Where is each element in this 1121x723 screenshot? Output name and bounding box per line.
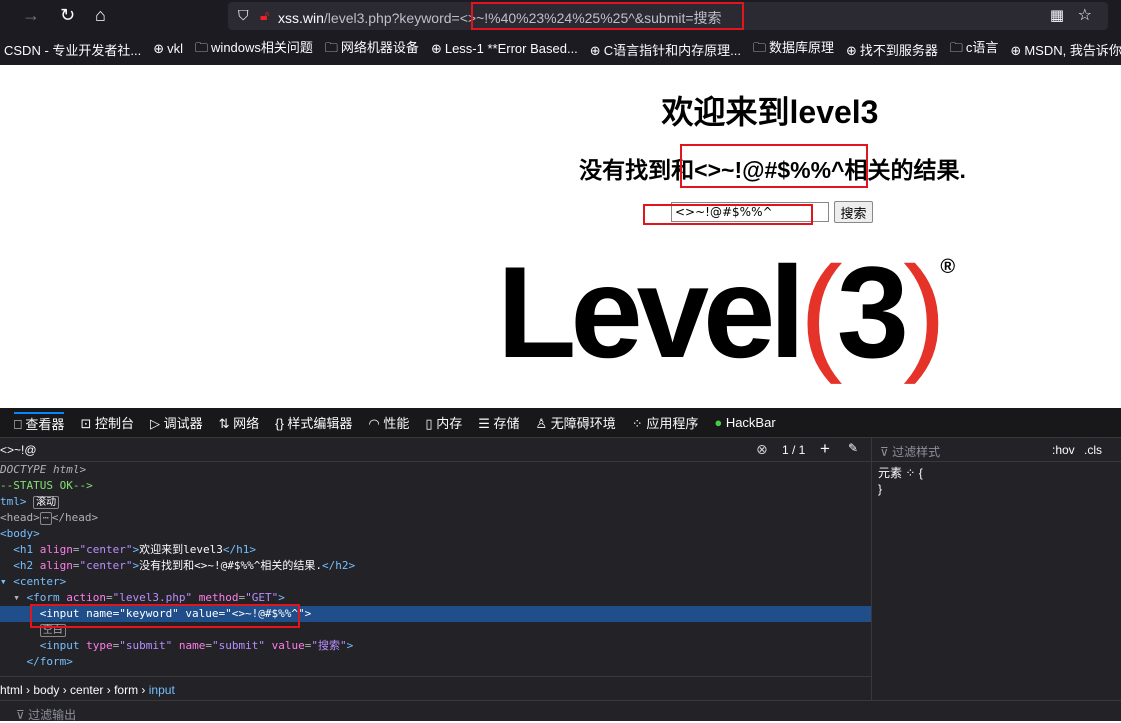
console-filter[interactable]: ⊽ 过滤输出 <box>0 700 1121 722</box>
globe-icon: ⊕ <box>845 42 857 58</box>
bookmark[interactable]: ⊕ MSDN, 我告诉你 <box>1010 40 1121 59</box>
level3-logo: Level(3)® <box>497 239 956 385</box>
markup-line[interactable]: --STATUS OK--> <box>0 478 871 494</box>
breadcrumb: html › body › center › form › input <box>0 676 871 700</box>
page-content: 欢迎来到level3 没有找到和<>~!@#$%%^相关的结果. 搜索 Leve… <box>0 65 1121 408</box>
rules-panel: ⊽ 过滤样式 :hov .cls 元素 ⁘ { } <box>871 438 1121 700</box>
bookmark[interactable]: ⊕ C语言指针和内存原理... <box>590 40 741 59</box>
result-heading: 没有找到和<>~!@#$%%^相关的结果. <box>579 157 966 183</box>
folder-icon: 🗀︎ <box>195 40 209 55</box>
crumb[interactable]: input <box>149 683 175 697</box>
tab-network[interactable]: ⇅ 网络 <box>219 413 260 432</box>
filter-styles-input[interactable]: ⊽ 过滤样式 <box>880 443 940 460</box>
folder-icon: 🗀︎ <box>324 40 338 55</box>
bookmark-folder[interactable]: 🗀︎ 数据库原理 <box>753 37 834 61</box>
markup-view: DOCTYPE html> --STATUS OK--> tml> 滚动 <he… <box>0 462 871 670</box>
hackbar-icon: ● <box>714 415 723 430</box>
markup-line[interactable]: tml> 滚动 <box>0 494 871 510</box>
globe-icon: ⊕ <box>430 41 442 56</box>
crumb[interactable]: html <box>0 683 23 697</box>
bookmark-folder[interactable]: 🗀︎ 网络机器设备 <box>325 37 419 61</box>
globe-icon: ⊕ <box>1010 42 1022 58</box>
folder-icon: 🗀︎ <box>752 40 766 55</box>
markup-line[interactable]: <h1 align="center">欢迎来到level3</h1> <box>0 542 871 558</box>
scroll-badge[interactable]: 滚动 <box>33 496 60 509</box>
qr-code-icon[interactable]: ▦ <box>1050 6 1064 24</box>
markup-line[interactable]: </form> <box>0 654 871 670</box>
markup-line[interactable]: <h2 align="center">没有找到和<>~!@#$%%^相关的结果.… <box>0 558 871 574</box>
rule-selector: 元素 <box>878 466 903 480</box>
crumb[interactable]: center <box>70 683 103 697</box>
tab-style-editor[interactable]: {} 样式编辑器 <box>275 413 352 432</box>
bookmark-star-icon[interactable]: ☆ <box>1078 5 1092 25</box>
rule-close: } <box>878 482 883 496</box>
highlight-box <box>471 2 744 30</box>
markup-line[interactable]: <body> <box>0 526 871 542</box>
markup-line[interactable]: <head> ⋯ </head> <box>0 510 871 526</box>
tab-debugger[interactable]: ▷ 调试器 <box>150 413 203 432</box>
markup-line[interactable]: ▾ <center> <box>0 574 871 590</box>
shield-icon[interactable]: ⛉ <box>238 7 249 24</box>
forward-icon[interactable]: → <box>22 5 40 26</box>
url-host: xss.win <box>278 10 324 26</box>
highlight-box <box>680 144 868 188</box>
page-title: 欢迎来到level3 <box>661 94 879 130</box>
eyedropper-icon[interactable]: ✎ <box>848 441 858 455</box>
devtools-panel: ⎕ 查看器 ⊡ 控制台 ▷ 调试器 ⇅ 网络 {} 样式编辑器 ◠ 性能 ▯ 内… <box>0 408 1121 722</box>
bookmark[interactable]: ⊕ 找不到服务器 <box>846 40 938 59</box>
crumb[interactable]: body <box>33 683 59 697</box>
crumb[interactable]: form <box>114 683 138 697</box>
bookmark[interactable]: ⊕ Less-1 **Error Based... <box>431 41 578 57</box>
bookmark-folder[interactable]: 🗀︎ windows相关问题 <box>195 37 313 61</box>
cls-button[interactable]: .cls <box>1084 443 1102 457</box>
tab-accessibility[interactable]: ♙ 无障碍环境 <box>536 413 616 432</box>
tab-inspector[interactable]: ⎕ 查看器 <box>14 412 65 433</box>
bookmark[interactable]: CSDN - 专业开发者社... <box>4 40 141 59</box>
folder-icon: 🗀︎ <box>949 40 963 55</box>
hov-button[interactable]: :hov <box>1052 443 1075 457</box>
highlight-box <box>30 604 300 628</box>
markup-search[interactable]: <>~!@ ⊗ 1 / 1 + ✎ <box>0 438 871 462</box>
tab-application[interactable]: ⁘ 应用程序 <box>632 413 699 432</box>
bookmark-folder[interactable]: 🗀︎ c语言 <box>950 37 999 61</box>
globe-icon: ⊕ <box>589 42 601 58</box>
search-button[interactable]: 搜索 <box>834 201 873 223</box>
tab-console[interactable]: ⊡ 控制台 <box>80 413 134 432</box>
add-node-icon[interactable]: + <box>820 439 830 459</box>
tab-memory[interactable]: ▯ 内存 <box>425 413 462 432</box>
search-input[interactable]: <>~!@ <box>0 443 37 457</box>
reload-icon[interactable]: ↻ <box>60 5 75 26</box>
bookmark[interactable]: ⊕ vkl <box>153 41 183 57</box>
browser-toolbar: → ↻ ⌂ ⛉ 🔓︎ xss.win/level3.php?keyword=<>… <box>0 0 1121 33</box>
highlight-box <box>643 204 813 225</box>
clear-search-icon[interactable]: ⊗ <box>756 441 768 458</box>
markup-line[interactable]: DOCTYPE html> <box>0 462 871 478</box>
markup-line[interactable]: <input type="submit" name="submit" value… <box>0 638 871 654</box>
tab-hackbar[interactable]: ● HackBar <box>714 415 775 430</box>
match-count: 1 / 1 <box>782 443 806 457</box>
globe-icon: ⊕ <box>153 41 165 56</box>
insecure-lock-icon[interactable]: 🔓︎ <box>260 7 269 24</box>
tab-storage[interactable]: ☰ 存储 <box>478 413 519 432</box>
devtools-tabs: ⎕ 查看器 ⊡ 控制台 ▷ 调试器 ⇅ 网络 {} 样式编辑器 ◠ 性能 ▯ 内… <box>0 408 1121 438</box>
tab-performance[interactable]: ◠ 性能 <box>368 413 409 432</box>
bookmarks-bar: CSDN - 专业开发者社... ⊕ vkl 🗀︎ windows相关问题 🗀︎ 网络… <box>0 33 1121 65</box>
home-icon[interactable]: ⌂ <box>95 5 106 26</box>
